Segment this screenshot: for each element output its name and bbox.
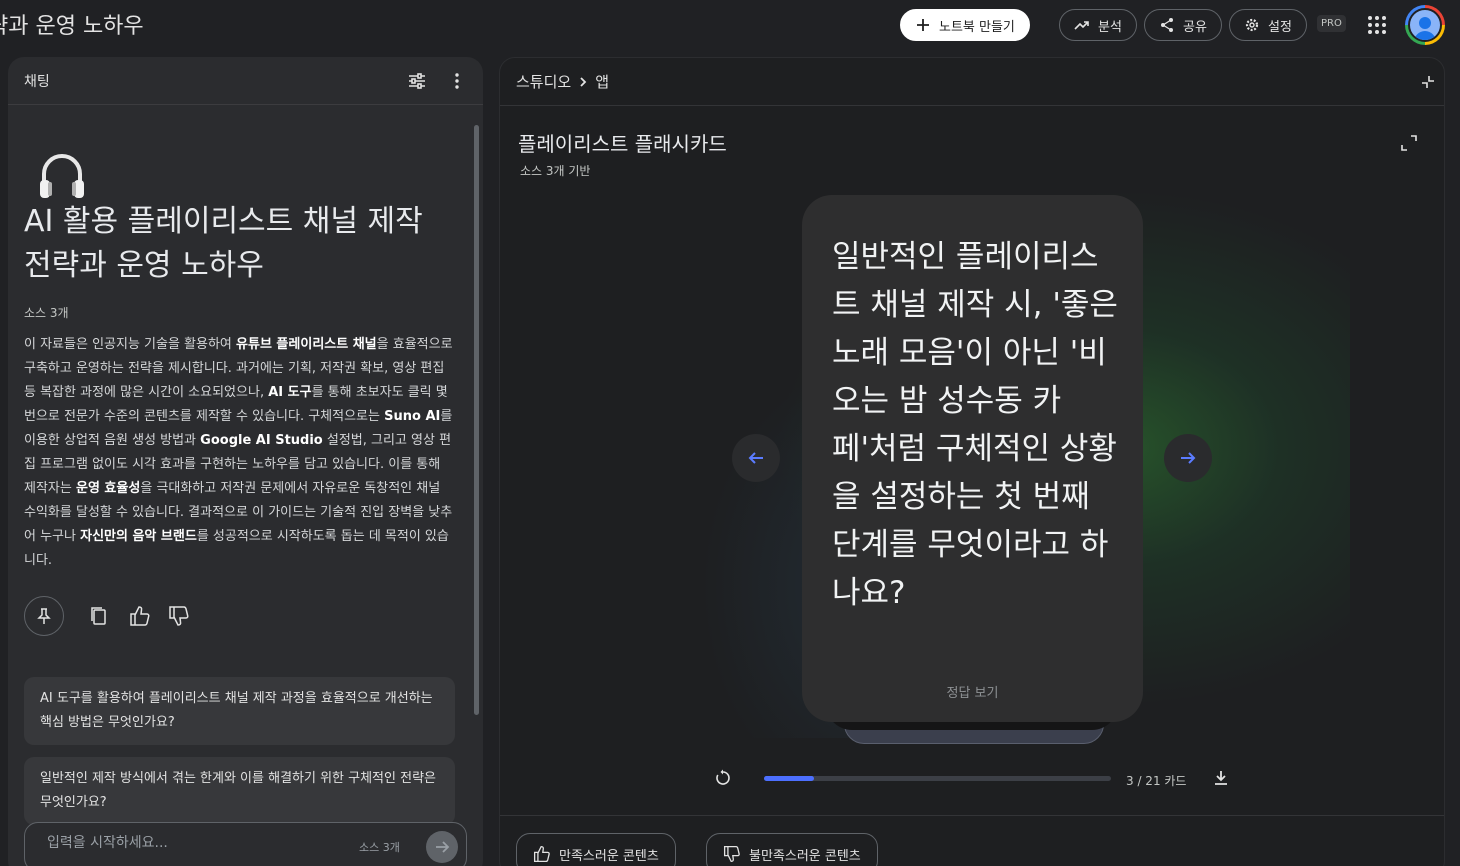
flashcard[interactable]: 일반적인 플레이리스트 채널 제작 시, '좋은 노래 모음'이 아닌 '비 오… <box>802 195 1143 722</box>
feedback-bad-label: 불만족스러운 콘텐츠 <box>749 848 861 864</box>
restart-icon[interactable] <box>714 769 732 787</box>
feedback-good-button[interactable]: 만족스러운 콘텐츠 <box>516 833 676 866</box>
flashcard-question: 일반적인 플레이리스트 채널 제작 시, '좋은 노래 모음'이 아닌 '비 오… <box>832 239 1118 611</box>
breadcrumb: 스튜디오 앱 <box>516 71 609 92</box>
settings-button[interactable]: 설정 <box>1229 9 1307 41</box>
next-card-button[interactable] <box>1164 434 1212 482</box>
source-count: 소스 3개 <box>24 306 69 320</box>
flashcard-title: 플레이리스트 플래시카드 <box>518 132 727 156</box>
tune-icon[interactable] <box>407 71 427 91</box>
summary-emphasis: 유튜브 플레이리스트 채널 <box>236 337 377 352</box>
feedback-good-label: 만족스러운 콘텐츠 <box>559 848 659 864</box>
plus-icon <box>917 19 929 31</box>
suggested-question[interactable]: AI 도구를 활용하여 플레이리스트 채널 제작 과정을 효율적으로 개선하는 … <box>24 677 455 745</box>
download-icon[interactable] <box>1212 769 1230 787</box>
card-progress-bar <box>764 776 1111 781</box>
arrow-back-icon <box>748 452 763 464</box>
share-icon <box>1161 18 1173 32</box>
summary-segment: 이 자료들은 인공지능 기술을 활용하여 <box>24 337 237 352</box>
show-answer-button[interactable]: 정답 보기 <box>802 682 1143 701</box>
share-button[interactable]: 공유 <box>1144 9 1222 41</box>
chat-scrollbar[interactable] <box>474 125 479 715</box>
studio-panel: 스튜디오 앱 플레이리스트 플래시카드 소스 3개 기반 일반적인 플레이리스트… <box>499 57 1445 866</box>
settings-label: 설정 <box>1268 19 1292 35</box>
summary-emphasis: 운영 효율성 <box>75 481 141 496</box>
chat-header: 채팅 <box>8 57 483 105</box>
create-notebook-label: 노트북 만들기 <box>939 19 1015 35</box>
chat-title: AI 활용 플레이리스트 채널 제작 전략과 운영 노하우 <box>24 204 423 283</box>
chat-panel-title: 채팅 <box>24 74 50 90</box>
notebook-title: 략과 운영 노하우 <box>0 14 144 39</box>
create-notebook-button[interactable]: 노트북 만들기 <box>900 9 1030 41</box>
account-avatar[interactable] <box>1405 5 1445 45</box>
summary-emphasis: Suno AI <box>384 409 441 424</box>
pin-button[interactable] <box>24 596 64 636</box>
arrow-forward-icon <box>1181 452 1196 464</box>
summary-text: 이 자료들은 인공지능 기술을 활용하여 유튜브 플레이리스트 채널을 효율적으… <box>24 333 456 573</box>
studio-header: 스튜디오 앱 <box>500 58 1444 106</box>
card-counter: 3 / 21 카드 <box>1126 774 1187 788</box>
pin-icon <box>37 608 51 624</box>
summary-emphasis: 자신만의 음악 브랜드 <box>80 529 197 544</box>
chat-input-box: 소스 3개 <box>24 822 467 866</box>
arrow-forward-icon <box>436 841 450 853</box>
analytics-button[interactable]: 분석 <box>1059 9 1137 41</box>
input-source-count: 소스 3개 <box>359 841 400 854</box>
previous-card-button[interactable] <box>732 434 780 482</box>
avatar-image <box>1408 8 1442 42</box>
pro-badge: PRO <box>1317 15 1346 32</box>
analytics-label: 분석 <box>1098 19 1122 35</box>
thumbs-down-icon[interactable] <box>168 605 190 627</box>
breadcrumb-current: 앱 <box>595 73 610 91</box>
thumbs-up-icon[interactable] <box>129 605 151 627</box>
gear-icon <box>1245 18 1259 32</box>
share-label: 공유 <box>1183 19 1207 35</box>
copy-icon[interactable] <box>88 605 110 627</box>
breadcrumb-studio[interactable]: 스튜디오 <box>516 71 571 92</box>
summary-emphasis: AI 도구 <box>268 385 312 400</box>
top-bar: 략과 운영 노하우 노트북 만들기 분석 공유 설정 PRO <box>0 0 1460 50</box>
collapse-icon[interactable] <box>1420 74 1436 90</box>
apps-grid-icon[interactable] <box>1367 15 1387 35</box>
footer-divider <box>500 815 1444 816</box>
more-vert-icon[interactable] <box>447 71 467 91</box>
chat-panel: 채팅 AI 활용 플레이리스트 채널 제작 전략과 운영 노하우 소스 3개 이… <box>8 57 483 866</box>
summary-emphasis: Google AI Studio <box>200 433 323 448</box>
chevron-right-icon <box>580 76 587 87</box>
trending-up-icon <box>1074 21 1089 30</box>
feedback-bad-button[interactable]: 불만족스러운 콘텐츠 <box>706 833 878 866</box>
thumbs-up-icon <box>533 845 550 863</box>
thumbs-down-icon <box>723 845 740 863</box>
headphones-icon <box>40 154 84 198</box>
send-button[interactable] <box>426 831 458 863</box>
card-progress-fill <box>764 776 814 781</box>
chat-input[interactable] <box>47 835 327 851</box>
flashcard-subtitle: 소스 3개 기반 <box>520 164 591 178</box>
fullscreen-icon[interactable] <box>1400 134 1418 152</box>
suggested-question[interactable]: 일반적인 제작 방식에서 겪는 한계와 이를 해결하기 위한 구체적인 전략은 … <box>24 757 455 825</box>
